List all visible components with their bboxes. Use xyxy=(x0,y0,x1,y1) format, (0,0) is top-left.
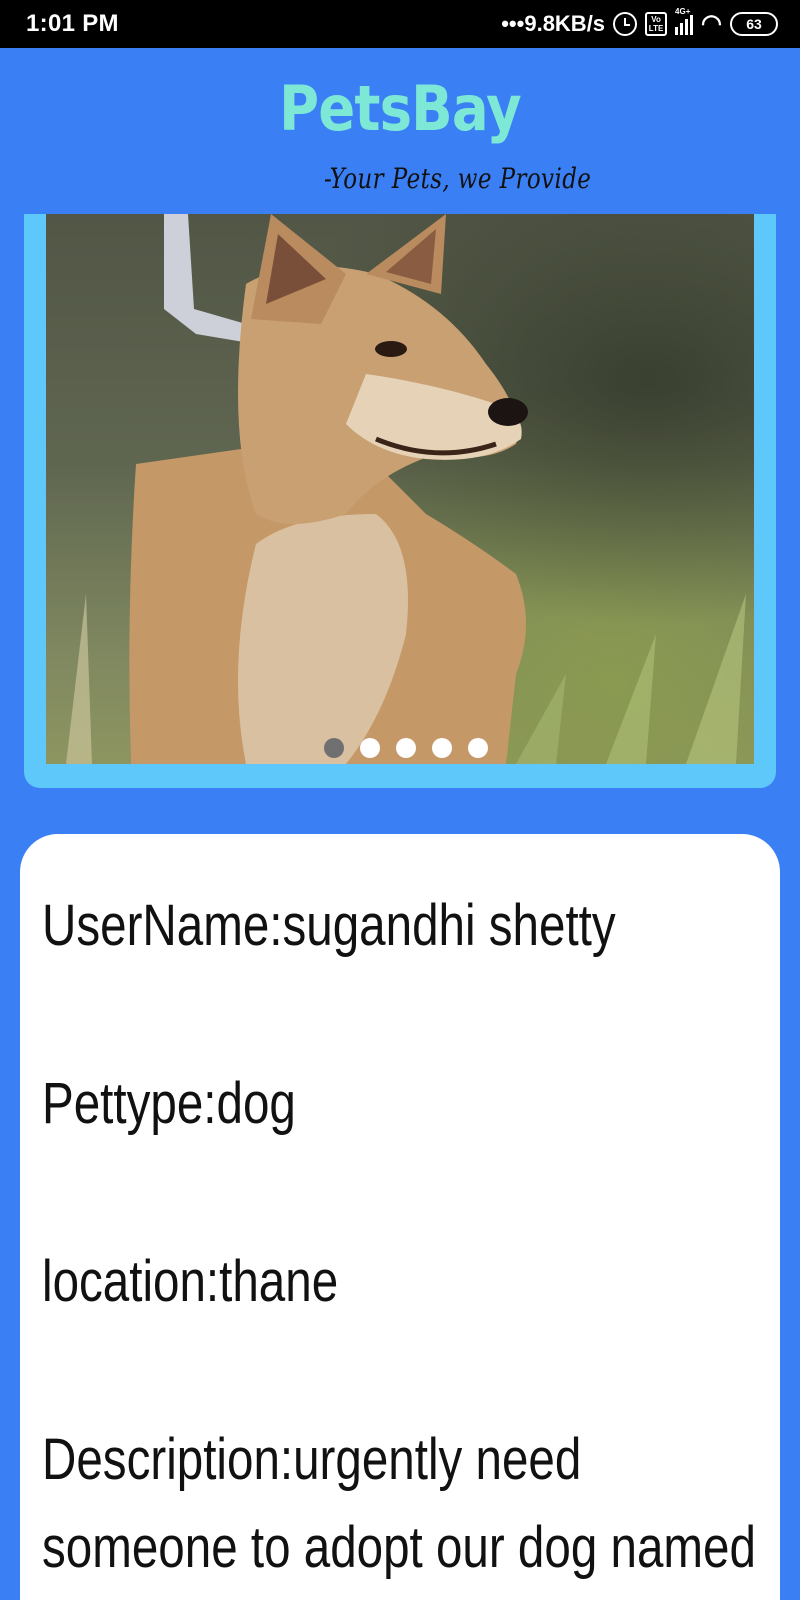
app-tagline: -Your Pets, we Provide xyxy=(324,162,592,195)
battery-icon: 63 xyxy=(730,12,778,36)
dog-illustration xyxy=(66,214,746,764)
carousel-dot[interactable] xyxy=(396,738,416,758)
pettype-text: Pettype:dog xyxy=(42,1071,296,1136)
carousel-indicators xyxy=(46,738,754,758)
pet-photo[interactable] xyxy=(46,214,754,764)
carousel-dot[interactable] xyxy=(432,738,452,758)
status-time: 1:01 PM xyxy=(26,10,119,37)
carousel-dot[interactable] xyxy=(360,738,380,758)
image-carousel[interactable] xyxy=(24,214,776,788)
username-text: UserName:sugandhi shetty xyxy=(42,893,616,958)
pet-details-card: UserName:sugandhi shetty Pettype:dog loc… xyxy=(20,834,780,1600)
status-bar: 1:01 PM •••9.8KB/s Vo LTE 4G+ ◠ 63 xyxy=(0,0,800,48)
app-title: PetsBay xyxy=(279,72,522,145)
wifi-icon: ◠ xyxy=(701,10,722,37)
signal-icon: 4G+ xyxy=(675,7,694,35)
carousel-dot[interactable] xyxy=(324,738,344,758)
volte-icon: Vo LTE xyxy=(645,12,668,36)
network-speed: •••9.8KB/s xyxy=(501,11,606,36)
alarm-icon xyxy=(613,12,638,36)
status-icons: •••9.8KB/s Vo LTE 4G+ ◠ 63 xyxy=(501,7,778,37)
location-text: location:thane xyxy=(42,1249,339,1314)
description-text: Description:urgently need someone to ado… xyxy=(42,1427,756,1580)
carousel-dot[interactable] xyxy=(468,738,488,758)
